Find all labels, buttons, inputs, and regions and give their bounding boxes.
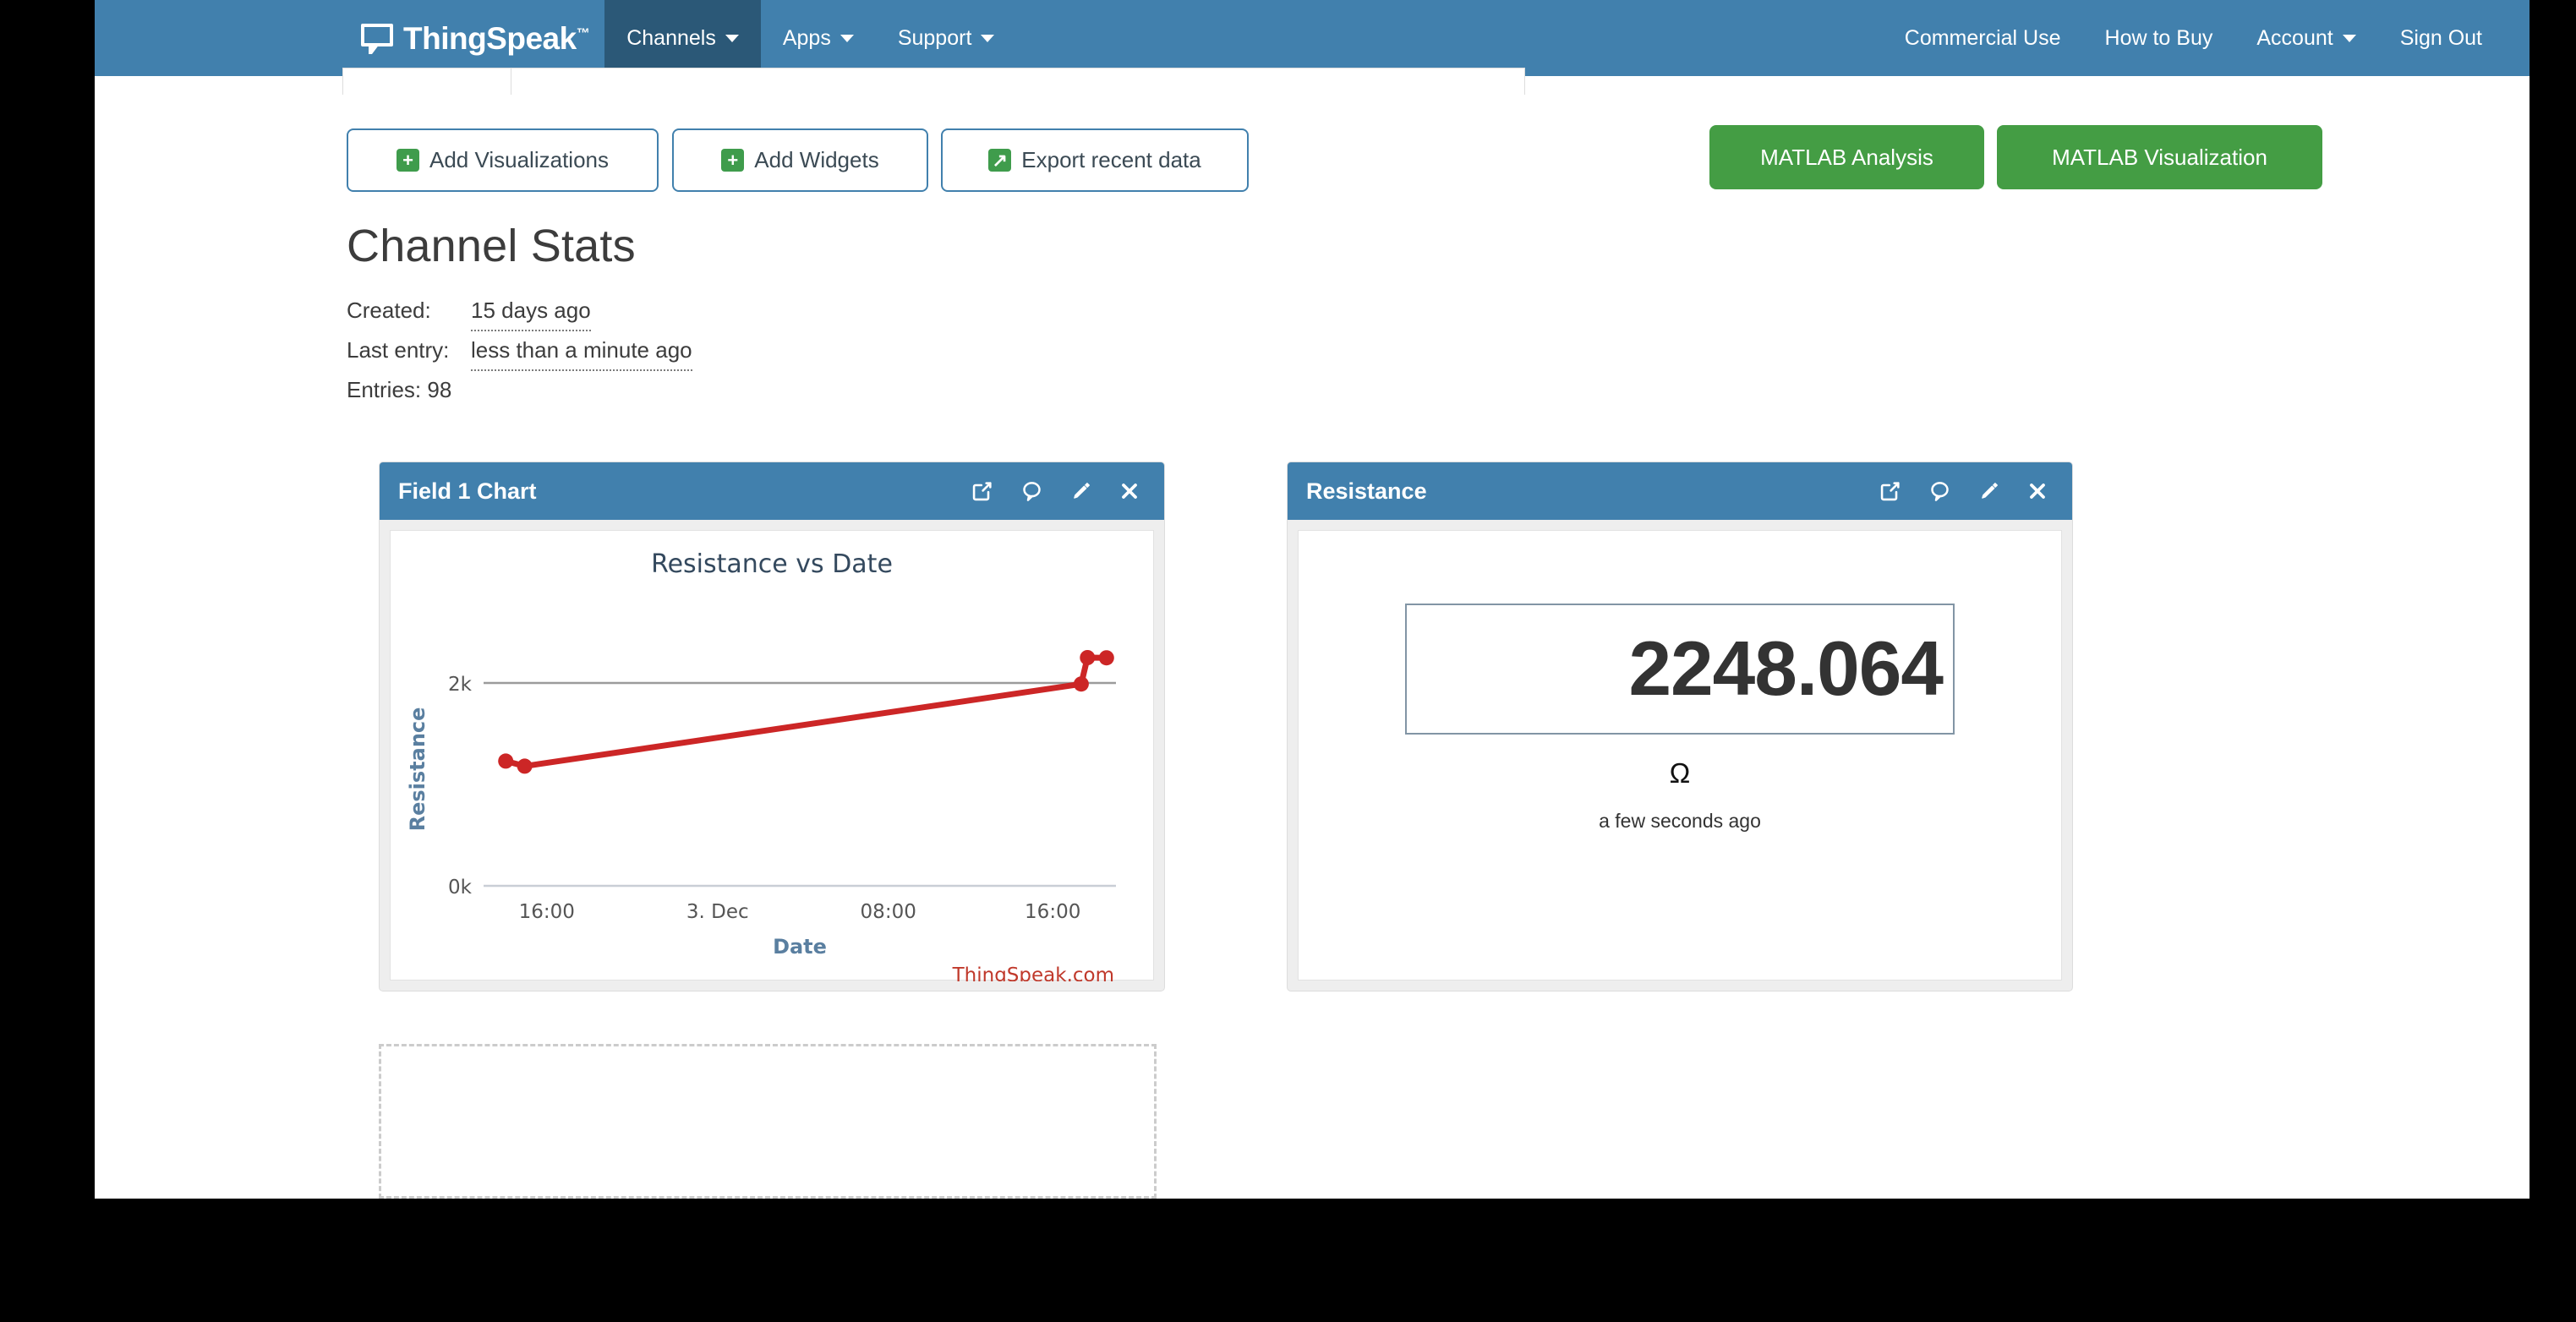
edit-pencil-icon[interactable] <box>1976 478 2001 504</box>
chevron-down-icon <box>840 34 854 42</box>
numeric-display-canvas: 2248.064 Ω a few seconds ago <box>1298 530 2062 981</box>
empty-widget-dropzone[interactable] <box>379 1044 1157 1199</box>
edit-pencil-icon[interactable] <box>1068 478 1093 504</box>
x-tick-label: 08:00 <box>861 901 916 923</box>
speech-bubble-logo-icon <box>361 24 393 54</box>
y-axis-title: Resistance <box>406 707 429 832</box>
thingspeak-watermark: ThingSpeak.com <box>952 964 1114 981</box>
resistance-vs-date-line-chart[interactable]: 2k 0k Resistance 16:00 3. Dec 08:00 16:00 D… <box>391 531 1155 981</box>
created-label: Created: <box>347 298 431 324</box>
thingspeak-page: ThingSpeak™ Channels Apps Support Commer… <box>95 0 2530 1199</box>
chevron-down-icon <box>2342 34 2356 42</box>
channel-toolbar: + Add Visualizations + Add Widgets ↗ Exp… <box>95 125 2530 210</box>
add-widgets-label: Add Widgets <box>754 147 879 172</box>
entries-count-text: Entries: 98 <box>347 376 452 402</box>
resistance-unit: Ω <box>1669 757 1691 789</box>
tab-private-view[interactable] <box>342 68 511 95</box>
nav-item-channels-label: Channels <box>626 25 716 50</box>
nav-item-apps-label: Apps <box>782 25 831 50</box>
x-axis-tick-labels: 16:00 3. Dec 08:00 16:00 <box>519 901 1081 923</box>
field-1-chart-panel-actions <box>970 478 1142 504</box>
chart-canvas: Resistance vs Date 2k 0k Resistance 16:0… <box>390 530 1154 981</box>
x-axis-title: Date <box>773 935 827 959</box>
brand-name: ThingSpeak <box>403 20 577 56</box>
x-tick-label: 3. Dec <box>686 901 749 923</box>
channel-tab-strip <box>95 68 2530 95</box>
resistance-widget-panel: Resistance 2248.064 Ω a few seconds ago <box>1287 462 2073 991</box>
matlab-visualization-button[interactable]: MATLAB Visualization <box>1997 125 2322 189</box>
nav-item-account-label: Account <box>2256 25 2333 50</box>
stat-row-entries: Entries: 98 <box>347 371 692 409</box>
nav-item-channels[interactable]: Channels <box>604 0 761 76</box>
tab-panel-container <box>511 68 1525 95</box>
field-1-chart-panel-header: Field 1 Chart <box>380 462 1164 520</box>
close-icon[interactable] <box>1117 478 1142 504</box>
resistance-value: 2248.064 <box>1628 626 1944 712</box>
add-visualizations-label: Add Visualizations <box>429 147 609 172</box>
channel-stats-list: Created: 15 days ago Last entry: less th… <box>347 292 692 408</box>
y-tick-label-0k: 0k <box>448 877 473 899</box>
top-navbar: ThingSpeak™ Channels Apps Support Commer… <box>95 0 2530 76</box>
matlab-analysis-button[interactable]: MATLAB Analysis <box>1709 125 1984 189</box>
chart-data-point[interactable] <box>1080 650 1096 665</box>
last-entry-value[interactable]: less than a minute ago <box>471 331 692 371</box>
chart-data-point[interactable] <box>517 758 533 774</box>
navbar-right-group: Commercial Use How to Buy Account Sign O… <box>1883 0 2530 76</box>
navbar-left-group: ThingSpeak™ Channels Apps Support <box>361 0 1016 76</box>
comment-icon[interactable] <box>1019 478 1044 504</box>
nav-item-how-to-buy[interactable]: How to Buy <box>2083 0 2235 76</box>
brand-wordmark: ThingSpeak™ <box>403 20 590 56</box>
stat-row-last-entry: Last entry: less than a minute ago <box>347 331 692 371</box>
created-value[interactable]: 15 days ago <box>471 292 591 332</box>
page-title: Channel Stats <box>347 221 636 271</box>
resistance-timestamp: a few seconds ago <box>1599 810 1761 832</box>
resistance-widget-body: 2248.064 Ω a few seconds ago <box>1288 520 2072 991</box>
y-tick-label-2k: 2k <box>448 674 473 696</box>
external-link-icon[interactable] <box>1878 478 1903 504</box>
chart-series-line <box>502 654 1110 769</box>
nav-item-how-to-buy-label: How to Buy <box>2104 25 2213 50</box>
add-widgets-button[interactable]: + Add Widgets <box>672 128 928 192</box>
nav-item-apps[interactable]: Apps <box>761 0 876 76</box>
resistance-widget-actions <box>1878 478 2050 504</box>
last-entry-label: Last entry: <box>347 337 450 363</box>
nav-item-support-label: Support <box>897 25 972 50</box>
stat-row-created: Created: 15 days ago <box>347 292 692 332</box>
chart-data-point[interactable] <box>498 753 514 769</box>
x-tick-label: 16:00 <box>519 901 575 923</box>
chevron-down-icon <box>981 34 995 42</box>
x-tick-label: 16:00 <box>1025 901 1080 923</box>
plus-square-icon: + <box>721 149 745 172</box>
numeric-display-box: 2248.064 <box>1405 604 1955 735</box>
export-recent-data-label: Export recent data <box>1021 147 1201 172</box>
nav-item-sign-out-label: Sign Out <box>2399 25 2482 50</box>
resistance-widget-title: Resistance <box>1306 478 1427 504</box>
add-visualizations-button[interactable]: + Add Visualizations <box>347 128 659 192</box>
thingspeak-brand-logo[interactable]: ThingSpeak™ <box>361 0 604 76</box>
external-arrow-square-icon: ↗ <box>988 149 1012 172</box>
field-1-chart-panel-body: Resistance vs Date 2k 0k Resistance 16:0… <box>380 520 1164 991</box>
comment-icon[interactable] <box>1927 478 1952 504</box>
field-1-chart-panel: Field 1 Chart Resistance vs Date 2k 0k R… <box>379 462 1165 991</box>
matlab-analysis-label: MATLAB Analysis <box>1760 144 1933 170</box>
matlab-visualization-label: MATLAB Visualization <box>2052 144 2267 170</box>
resistance-widget-header: Resistance <box>1288 462 2072 520</box>
nav-item-sign-out[interactable]: Sign Out <box>2378 0 2504 76</box>
external-link-icon[interactable] <box>970 478 995 504</box>
nav-item-account[interactable]: Account <box>2234 0 2377 76</box>
export-recent-data-button[interactable]: ↗ Export recent data <box>941 128 1249 192</box>
field-1-chart-panel-title: Field 1 Chart <box>398 478 537 504</box>
close-icon[interactable] <box>2025 478 2050 504</box>
plus-square-icon: + <box>397 149 419 172</box>
nav-item-support[interactable]: Support <box>876 0 1017 76</box>
chart-data-point[interactable] <box>1098 650 1114 666</box>
chart-data-point[interactable] <box>1073 676 1089 692</box>
nav-item-commercial-use[interactable]: Commercial Use <box>1883 0 2083 76</box>
channel-stats-section: Channel Stats Created: 15 days ago Last … <box>347 221 692 409</box>
chevron-down-icon <box>725 34 739 42</box>
nav-item-commercial-use-label: Commercial Use <box>1904 25 2061 50</box>
brand-trademark-mark: ™ <box>576 26 590 41</box>
